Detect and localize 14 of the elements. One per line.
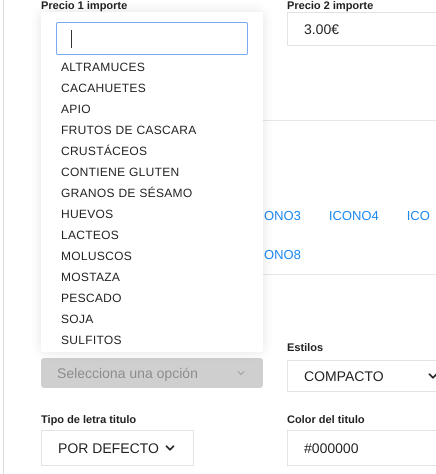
icon-link[interactable]: ONO3 — [264, 206, 301, 226]
field-label: Color del titulo — [287, 413, 366, 427]
text-cursor — [71, 30, 72, 48]
color-input[interactable]: #000000 — [287, 430, 436, 466]
styles-select[interactable]: COMPACTO — [287, 360, 436, 392]
icon-link[interactable]: ONO8 — [264, 245, 301, 265]
field-label: Precio 1 importe — [41, 0, 128, 12]
icon-link[interactable]: ICO — [406, 206, 430, 226]
field-label: Estilos — [287, 341, 324, 355]
icon-link[interactable]: ICONO4 — [328, 206, 379, 226]
field-label: Tipo de letra titulo — [41, 413, 138, 427]
field-label: Precio 2 importe — [287, 0, 374, 12]
font-select[interactable]: POR DEFECTO — [41, 430, 194, 466]
price-input[interactable]: 3.00€ — [287, 12, 436, 46]
